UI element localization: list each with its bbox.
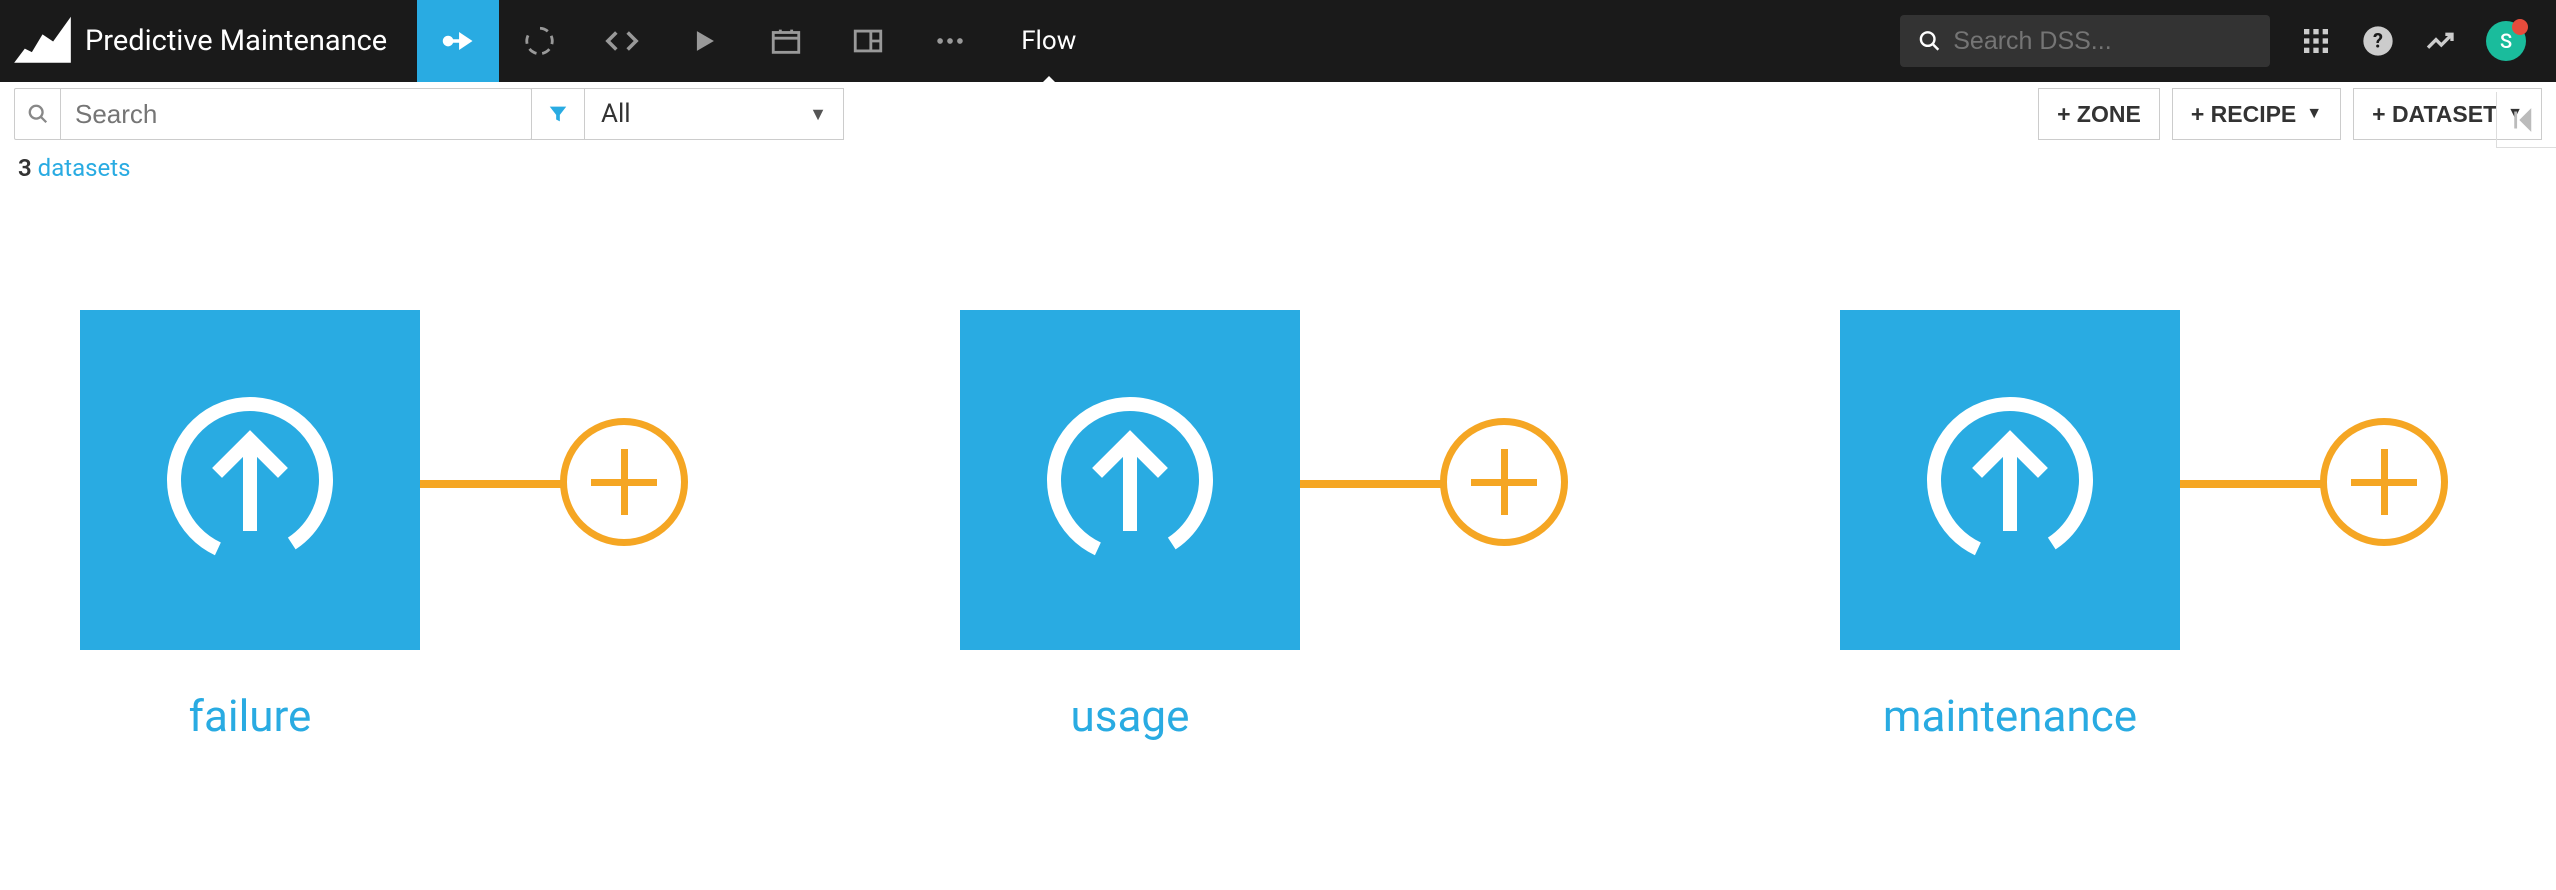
user-avatar[interactable]: S <box>2486 21 2526 61</box>
page-label: Flow <box>991 26 1106 56</box>
connector-line <box>2180 480 2330 488</box>
connector-line <box>420 480 570 488</box>
app-logo[interactable] <box>0 0 85 84</box>
dataset-node-usage[interactable]: usage <box>960 310 1300 742</box>
activity-icon[interactable] <box>2424 25 2456 57</box>
nav-play-icon[interactable] <box>663 0 745 82</box>
filter-icon[interactable] <box>531 88 585 140</box>
add-recipe-circle[interactable] <box>560 418 688 546</box>
search-icon <box>1918 28 1941 54</box>
node-label: failure <box>189 690 312 742</box>
global-search[interactable] <box>1900 15 2270 67</box>
dataset-icon <box>80 310 420 650</box>
connector-line <box>1300 480 1450 488</box>
filter-select[interactable]: All ▼ <box>584 88 844 140</box>
project-title[interactable]: Predictive Maintenance <box>85 24 417 58</box>
node-label: maintenance <box>1883 690 2137 742</box>
nav-code-icon[interactable] <box>581 0 663 82</box>
nav-more-icon[interactable] <box>909 0 991 82</box>
add-zone-label: + ZONE <box>2057 101 2141 128</box>
flow-search <box>14 88 532 140</box>
help-icon[interactable]: ? <box>2362 25 2394 57</box>
svg-text:?: ? <box>2373 29 2383 53</box>
add-recipe-circle[interactable] <box>1440 418 1568 546</box>
collapse-panel-button[interactable] <box>2496 92 2556 148</box>
dataset-node-maintenance[interactable]: maintenance <box>1840 310 2180 742</box>
caret-down-icon: ▼ <box>809 104 827 125</box>
dataset-icon <box>960 310 1300 650</box>
add-recipe-button[interactable]: + RECIPE ▼ <box>2172 88 2341 140</box>
node-label: usage <box>1071 690 1190 742</box>
dataset-icon <box>1840 310 2180 650</box>
add-zone-button[interactable]: + ZONE <box>2038 88 2160 140</box>
flow-toolbar: All ▼ + ZONE + RECIPE ▼ + DATASET ▼ <box>0 82 2556 146</box>
dataset-count: 3 <box>18 154 32 182</box>
global-search-input[interactable] <box>1953 27 2252 56</box>
nav-flow-icon[interactable] <box>417 0 499 82</box>
nav-panel-icon[interactable] <box>827 0 909 82</box>
status-row: 3 datasets <box>0 146 2556 190</box>
apps-icon[interactable] <box>2300 25 2332 57</box>
caret-down-icon: ▼ <box>2306 105 2322 123</box>
dataset-node-failure[interactable]: failure <box>80 310 420 742</box>
add-recipe-circle[interactable] <box>2320 418 2448 546</box>
search-icon <box>15 89 61 139</box>
add-dataset-label: + DATASET <box>2372 101 2497 128</box>
top-navbar: Predictive Maintenance Flow ? S <box>0 0 2556 82</box>
flow-canvas[interactable]: failure usage maintenance <box>0 190 2556 862</box>
add-recipe-label: + RECIPE <box>2191 101 2296 128</box>
nav-dashboard-icon[interactable] <box>745 0 827 82</box>
nav-cycle-icon[interactable] <box>499 0 581 82</box>
datasets-link[interactable]: datasets <box>38 154 131 182</box>
filter-value: All <box>601 99 631 129</box>
flow-search-input[interactable] <box>61 99 531 130</box>
